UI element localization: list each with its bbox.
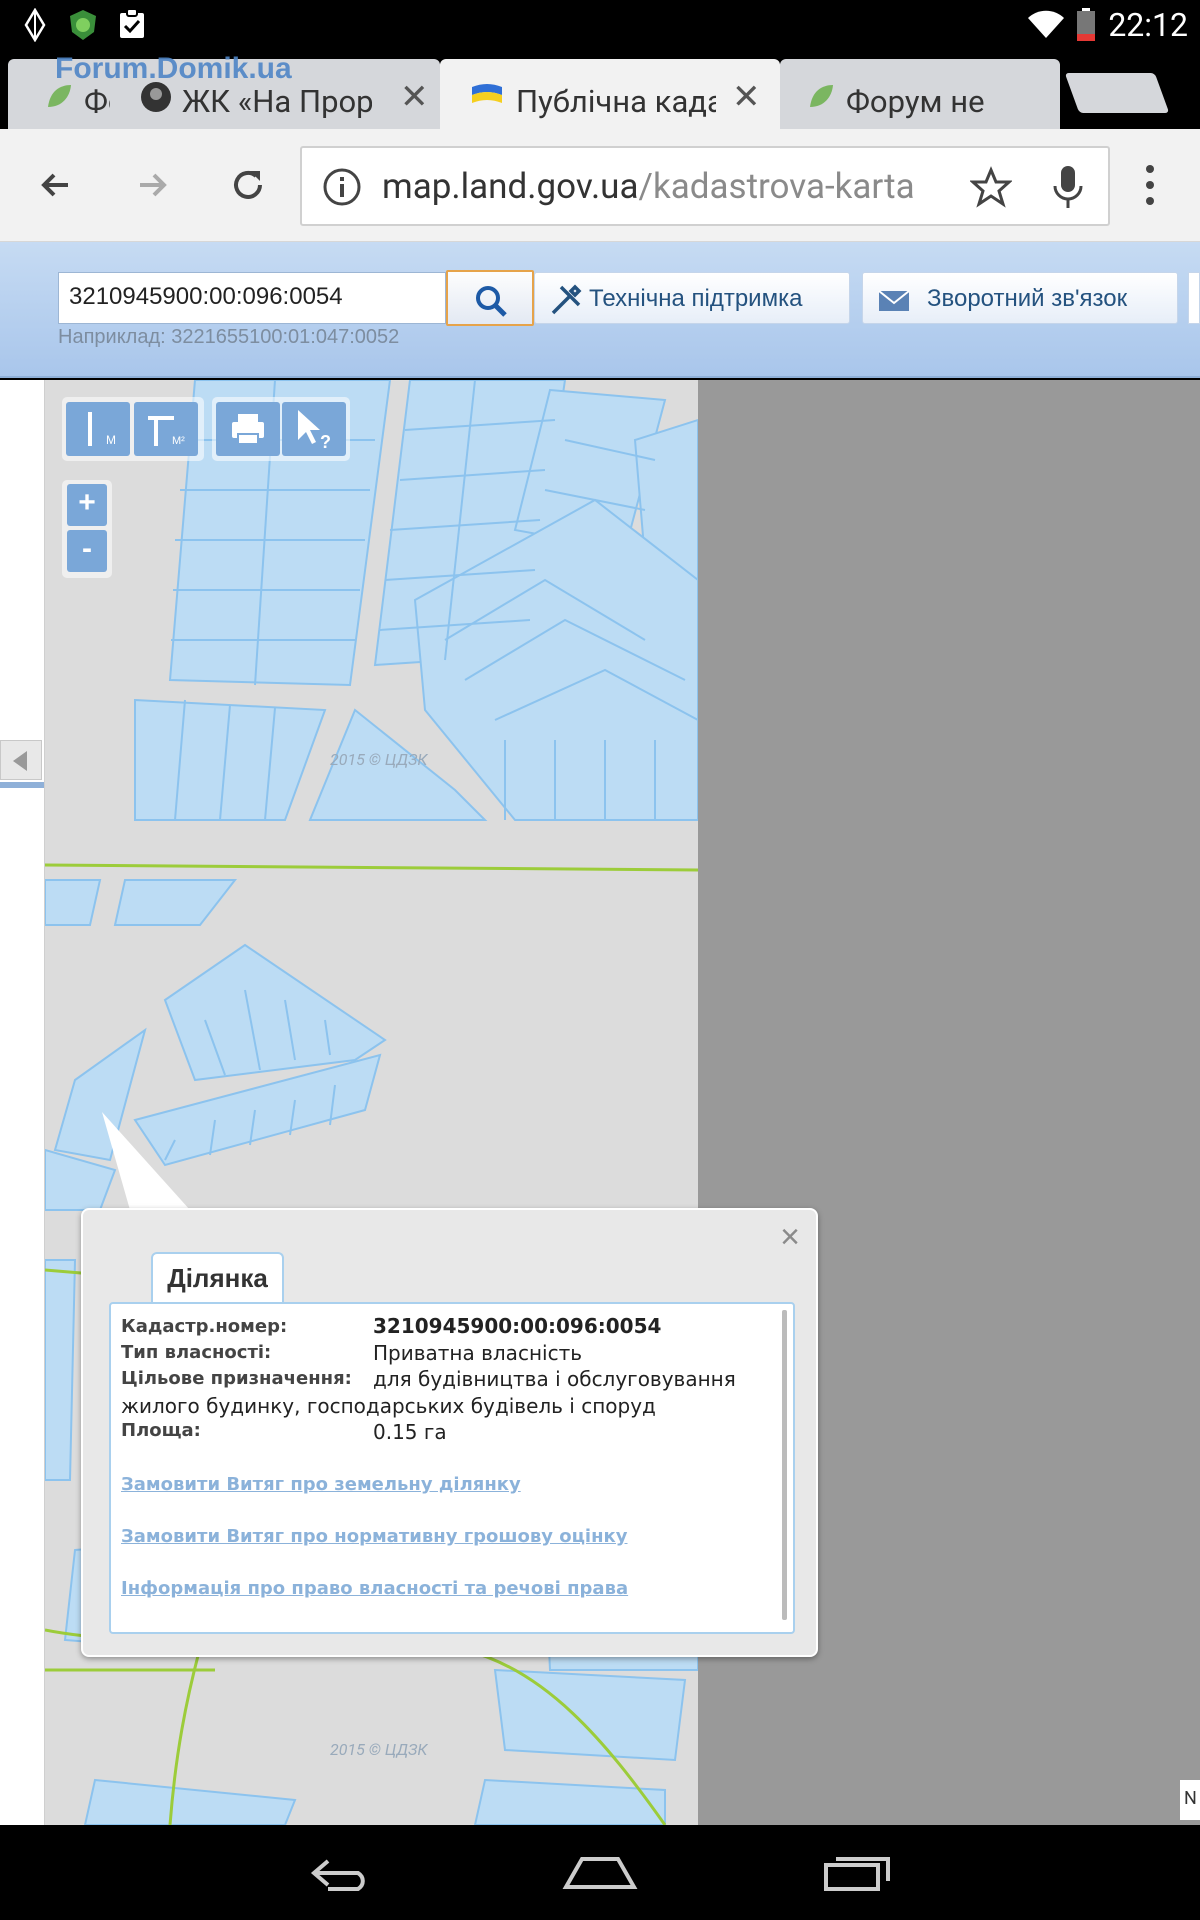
tab-parcel[interactable]: Ділянка (151, 1252, 284, 1304)
recents-nav-icon[interactable] (822, 1853, 892, 1893)
search-example-hint: Наприклад: 3221655100:01:047:0052 (58, 326, 400, 348)
info-icon[interactable] (322, 167, 362, 207)
map-watermark: 2015 © ЦДЗК (330, 750, 428, 769)
reload-icon[interactable] (220, 157, 276, 213)
url-path: /kadastrova-karta (638, 166, 915, 207)
area-measure-icon: M² (148, 416, 185, 447)
url-host: map.land.gov.ua (382, 166, 639, 207)
tab-title: Форум не (846, 83, 985, 120)
search-button[interactable] (446, 270, 534, 326)
android-nav-bar (0, 1825, 1200, 1920)
ruler-icon: M (88, 412, 116, 447)
ownership-type-label: Тип власності: (121, 1342, 272, 1363)
svg-text:?: ? (320, 432, 331, 452)
microphone-icon[interactable] (1050, 164, 1086, 210)
wifi-icon (1028, 10, 1064, 38)
feedback-label: Зворотний зв'язок (927, 285, 1128, 312)
clipboard-check-icon (120, 8, 144, 38)
collapse-arrow-icon (13, 751, 27, 771)
battery-icon (1077, 8, 1095, 41)
order-parcel-extract-link[interactable]: Замовити Витяг про земельну ділянку (121, 1474, 521, 1495)
ownership-rights-info-link[interactable]: Інформація про право власності та речові… (121, 1578, 628, 1599)
purpose-value: для будівництва і обслуговування (373, 1367, 736, 1391)
print-button[interactable] (216, 402, 280, 456)
clock: 22:12 (1108, 6, 1188, 44)
address-bar[interactable]: map.land.gov.ua/kadastrova-karta (300, 146, 1110, 226)
side-panel-strip (0, 380, 45, 1825)
search-icon (476, 286, 507, 317)
envelope-icon (878, 290, 910, 311)
identify-button[interactable]: ? (282, 402, 346, 456)
home-nav-icon[interactable] (562, 1853, 638, 1893)
panel-collapse-button[interactable] (0, 740, 42, 780)
android-debug-icon (24, 8, 46, 42)
measure-distance-button[interactable]: M (66, 402, 130, 456)
tab-title: ЖК «На Прор (182, 83, 372, 120)
zoom-controls: + - (62, 480, 112, 578)
back-arrow-icon[interactable] (28, 157, 84, 213)
print-info-tool-group: ? (212, 397, 350, 461)
panel-scrollbar[interactable] (782, 1310, 787, 1620)
forum-watermark-logo: Forum.Domik.ua (55, 52, 292, 85)
url-text[interactable]: map.land.gov.ua/kadastrova-karta (382, 166, 915, 207)
close-icon[interactable]: × (780, 1218, 800, 1257)
cursor-question-icon: ? (298, 410, 331, 452)
measure-area-button[interactable]: M² (134, 402, 198, 456)
measure-tool-group: M M² (62, 397, 204, 461)
feedback-button[interactable]: Зворотний зв'язок (862, 272, 1178, 324)
tab-title: Публічна када (516, 83, 716, 120)
tech-support-button[interactable]: Технічна підтримка (534, 272, 850, 324)
tab-close-icon[interactable]: ✕ (732, 77, 761, 117)
ownership-type-value: Приватна власність (373, 1341, 583, 1365)
ukraine-flag-icon (472, 84, 502, 103)
site-header: 3210945900:00:096:0054 Наприклад: 322165… (0, 242, 1200, 378)
header-next-button[interactable] (1188, 272, 1200, 324)
svg-text:M: M (106, 433, 116, 447)
tech-support-label: Технічна підтримка (589, 285, 803, 312)
edge-control[interactable]: N (1180, 1780, 1200, 1820)
leaf-icon (810, 85, 833, 107)
status-bar: 22:12 (0, 0, 1200, 49)
tab-cadastre[interactable]: Публічна када ✕ (440, 59, 780, 129)
overflow-menu-icon[interactable] (1140, 161, 1160, 211)
map-watermark: 2015 © ЦДЗК (330, 1740, 428, 1759)
tools-icon (551, 284, 582, 315)
area-label: Площа: (121, 1420, 201, 1441)
tab-close-icon[interactable]: ✕ (400, 77, 429, 117)
cadastral-search-input[interactable]: 3210945900:00:096:0054 (58, 272, 446, 324)
svg-text:M²: M² (172, 435, 185, 447)
forward-arrow-icon[interactable] (124, 157, 180, 213)
bookmark-star-icon[interactable] (970, 166, 1012, 208)
new-tab-button[interactable] (1064, 73, 1170, 113)
security-shield-icon (70, 10, 96, 40)
panel-divider (0, 782, 44, 788)
purpose-value-continued: жилого будинку, господарських будівель і… (121, 1394, 656, 1418)
cadastral-number-label: Кадастр.номер: (121, 1316, 288, 1337)
order-valuation-extract-link[interactable]: Замовити Витяг про нормативну грошову оц… (121, 1526, 628, 1547)
parcel-info-popup: × Ділянка Кадастр.номер: 3210945900:00:0… (81, 1208, 818, 1657)
printer-icon (232, 414, 264, 445)
back-nav-icon[interactable] (308, 1853, 378, 1893)
tab-forum-2[interactable]: Форум не (780, 59, 1060, 129)
cadastral-number-value: 3210945900:00:096:0054 (373, 1314, 662, 1338)
area-value: 0.15 га (373, 1420, 447, 1444)
purpose-label: Цільове призначення: (121, 1368, 352, 1389)
parcel-details-panel: Кадастр.номер: 3210945900:00:096:0054 Ти… (109, 1302, 795, 1634)
browser-toolbar: map.land.gov.ua/kadastrova-karta (0, 129, 1200, 242)
popup-pointer (102, 1112, 190, 1210)
zoom-in-button[interactable]: + (67, 484, 107, 526)
zoom-out-button[interactable]: - (67, 530, 107, 572)
